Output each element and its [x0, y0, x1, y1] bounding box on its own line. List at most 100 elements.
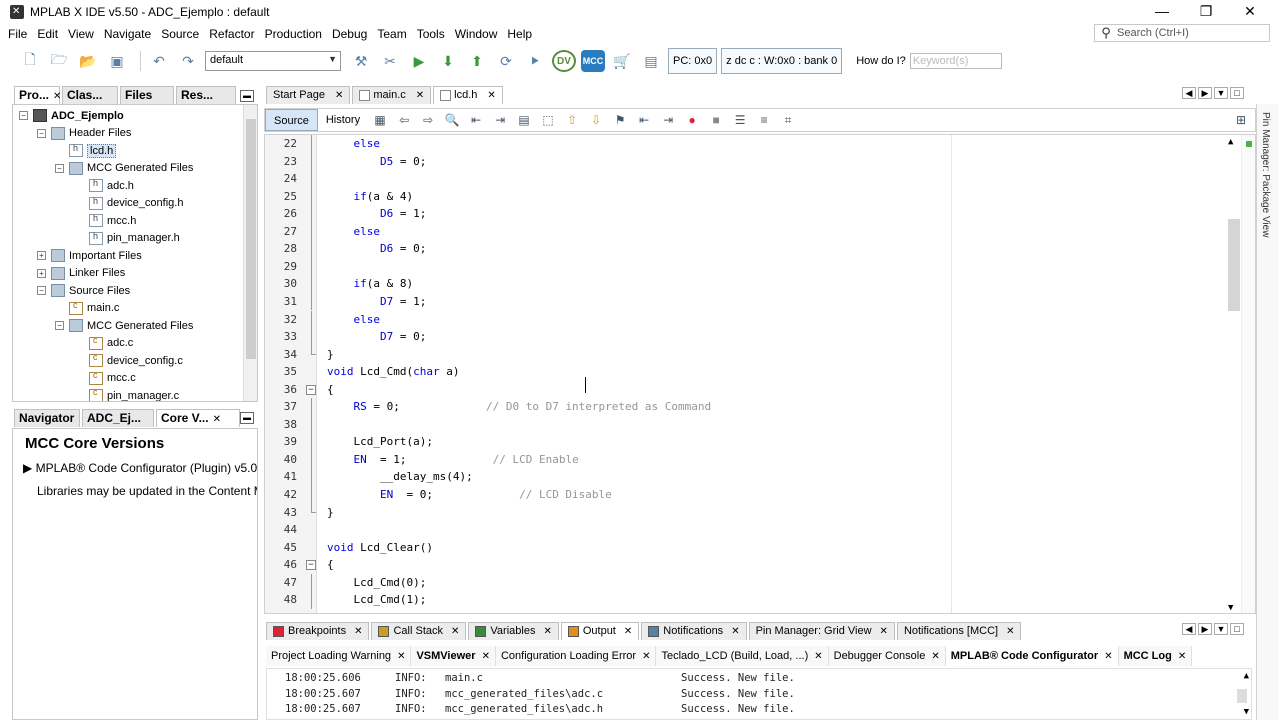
bottom-tab-output[interactable]: Output ✕	[560, 622, 640, 640]
menu-help[interactable]: Help	[502, 27, 537, 41]
tree-item[interactable]: − Source Files	[37, 282, 130, 299]
find-next-icon[interactable]: ⇥	[490, 111, 510, 129]
tree-item[interactable]: − MCC Generated Files	[55, 160, 193, 177]
stop-macro-icon[interactable]: ■	[706, 111, 726, 129]
bottom-tab-variables[interactable]: Variables ✕	[468, 622, 559, 640]
rect-select-icon[interactable]: ⬚	[538, 111, 558, 129]
tab-scroll-left-icon[interactable]: ◀	[1182, 87, 1196, 99]
open-project-icon[interactable]: 📂	[76, 50, 100, 72]
output-tab[interactable]: Configuration Loading Error ✕	[495, 646, 657, 666]
minimize-button[interactable]: —	[1140, 0, 1184, 24]
menu-team[interactable]: Team	[372, 27, 411, 41]
tree-item[interactable]: device_config.h	[75, 195, 183, 212]
fold-toggle-icon[interactable]: −	[306, 384, 316, 395]
menu-refactor[interactable]: Refactor	[204, 27, 259, 41]
tree-item[interactable]: adc.h	[75, 177, 134, 194]
keywords-input[interactable]: Keyword(s)	[909, 53, 1002, 69]
restore-button[interactable]: ❐	[1184, 0, 1228, 24]
tab-clas[interactable]: Clas...	[62, 86, 118, 104]
make-program-icon[interactable]: ⬇	[436, 50, 460, 72]
tab-scroll-right-icon[interactable]: ▶	[1198, 87, 1212, 99]
source-tab[interactable]: Source	[265, 109, 318, 131]
bottom-tab-breakpoints[interactable]: Breakpoints ✕	[266, 622, 370, 640]
collapse-icon[interactable]: −	[19, 111, 28, 120]
maximize-icon[interactable]: □	[1230, 623, 1244, 635]
close-icon[interactable]: ✕	[624, 623, 632, 640]
uncomment-icon[interactable]: ≡	[754, 111, 774, 129]
close-icon[interactable]: ✕	[814, 651, 822, 662]
code-scroll-thumb[interactable]	[1228, 219, 1240, 311]
tree-item[interactable]: mcc.c	[75, 370, 136, 387]
close-icon[interactable]: ✕	[543, 623, 551, 640]
scroll-down-icon[interactable]: ▼	[1244, 707, 1249, 717]
close-icon[interactable]: ✕	[931, 651, 939, 662]
close-icon[interactable]: ✕	[397, 651, 405, 662]
minimize-panel-icon[interactable]: ▬	[240, 90, 254, 102]
tree-item[interactable]: main.c	[55, 300, 119, 317]
output-log[interactable]: 18:00:25.606 INFO: main.c Success. New file…	[266, 668, 1252, 720]
search-box[interactable]: ⚲ Search (Ctrl+I)	[1094, 24, 1270, 42]
close-button[interactable]: ✕	[1228, 0, 1272, 24]
tree-item[interactable]: + Important Files	[37, 247, 142, 264]
menu-source[interactable]: Source	[156, 27, 204, 41]
board-icon[interactable]: ▤	[639, 50, 663, 72]
scroll-up-icon[interactable]: ▲	[1244, 671, 1249, 681]
toggle-bookmark-icon[interactable]: ⚑	[610, 111, 630, 129]
split-editor-icon[interactable]: ⊞	[1231, 111, 1251, 129]
run-icon[interactable]: ▶	[407, 50, 431, 72]
menu-view[interactable]: View	[63, 27, 99, 41]
forward-icon[interactable]: ⇨	[418, 111, 438, 129]
close-icon[interactable]: ✕	[53, 91, 61, 102]
format-icon[interactable]: ⌗	[778, 111, 798, 129]
tab-scroll-right-icon[interactable]: ▶	[1198, 623, 1212, 635]
scroll-thumb[interactable]	[246, 119, 256, 359]
bottom-tab-notifications-mcc-[interactable]: Notifications [MCC] ✕	[896, 622, 1022, 640]
output-tab[interactable]: MPLAB® Code Configurator ✕	[945, 646, 1119, 666]
close-icon[interactable]: ✕	[335, 87, 343, 104]
toggle-highlight-icon[interactable]: ▤	[514, 111, 534, 129]
collapse-icon[interactable]: −	[55, 163, 64, 173]
output-tab[interactable]: Project Loading Warning ✕	[266, 646, 412, 666]
tab-list-icon[interactable]: ▼	[1214, 623, 1228, 635]
tab-adc_ej[interactable]: ADC_Ej...	[82, 409, 154, 427]
editor-tab-start-page[interactable]: Start Page ✕	[266, 86, 351, 104]
menu-window[interactable]: Window	[450, 27, 503, 41]
undo-icon[interactable]: ↶	[147, 50, 171, 72]
tab-corev[interactable]: Core V... ✕	[156, 409, 240, 427]
output-tab[interactable]: Debugger Console ✕	[828, 646, 946, 666]
tree-item[interactable]: pin_manager.h	[75, 230, 180, 247]
close-icon[interactable]: ✕	[1178, 651, 1186, 662]
tab-res[interactable]: Res...	[176, 86, 236, 104]
close-project-icon[interactable]: ▣	[105, 50, 129, 72]
tab-list-icon[interactable]: ▼	[1214, 87, 1228, 99]
close-icon[interactable]: ✕	[731, 623, 739, 640]
read-device-icon[interactable]: ⬆	[465, 50, 489, 72]
dv-icon[interactable]: DV	[552, 50, 576, 72]
output-tab[interactable]: MCC Log ✕	[1118, 646, 1193, 666]
expand-icon[interactable]: +	[37, 268, 46, 278]
clean-build-icon[interactable]: ✂	[378, 50, 402, 72]
close-icon[interactable]: ✕	[354, 623, 362, 640]
expand-icon[interactable]: +	[37, 251, 46, 260]
tree-item[interactable]: lcd.h	[55, 142, 117, 159]
expand-arrow-icon[interactable]: ▶	[23, 461, 32, 475]
tab-pro[interactable]: Pro... ✕	[14, 86, 61, 104]
fold-toggle-icon[interactable]: −	[306, 560, 316, 571]
tab-navigator[interactable]: Navigator	[14, 409, 80, 427]
maximize-icon[interactable]: □	[1230, 87, 1244, 99]
build-icon[interactable]: ⚒	[349, 50, 373, 72]
tree-item[interactable]: − Header Files	[37, 125, 131, 142]
bottom-tab-notifications[interactable]: Notifications ✕	[641, 622, 747, 640]
close-icon[interactable]: ✕	[416, 87, 424, 104]
minimize-panel-icon[interactable]: ▬	[240, 412, 254, 424]
menu-edit[interactable]: Edit	[32, 27, 63, 41]
tree-item[interactable]: + Linker Files	[37, 265, 125, 282]
tree-item[interactable]: pin_manager.c	[75, 387, 179, 401]
debug-project-icon[interactable]: ⯈	[523, 50, 547, 72]
find-previous-icon[interactable]: ⇤	[466, 111, 486, 129]
cart-icon[interactable]: 🛒	[610, 50, 634, 72]
menu-file[interactable]: File	[0, 27, 32, 41]
close-icon[interactable]: ✕	[642, 651, 650, 662]
project-scrollbar[interactable]	[243, 105, 257, 401]
tab-files[interactable]: Files	[120, 86, 174, 104]
